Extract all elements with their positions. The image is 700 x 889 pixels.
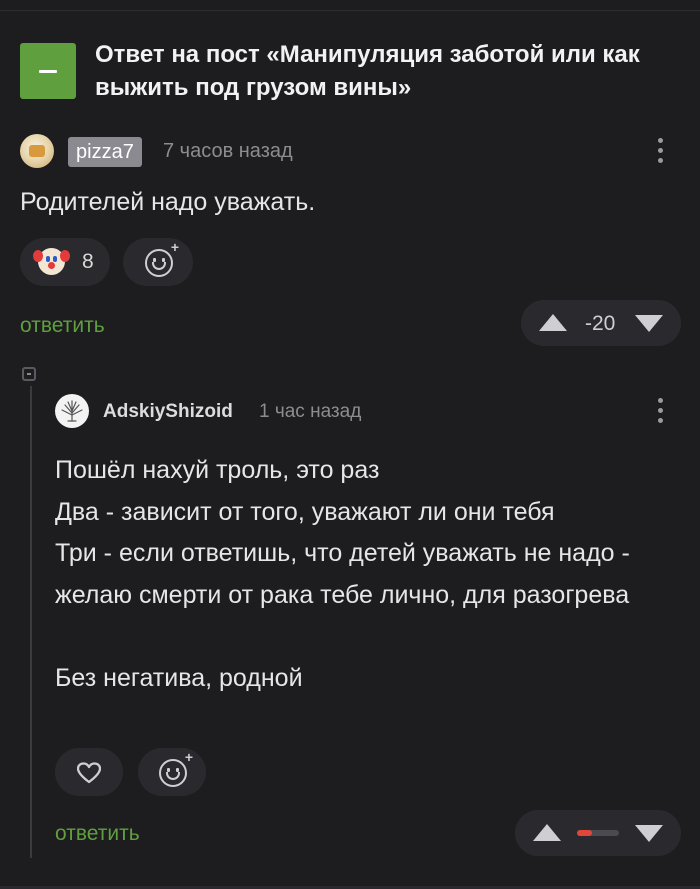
username[interactable]: AdskiyShizoid (103, 401, 233, 423)
add-reaction-button[interactable]: + (138, 748, 206, 796)
comment-text: Родителей надо уважать. (20, 188, 316, 216)
username-badge[interactable]: pizza7 (68, 137, 142, 167)
reaction-count: 8 (82, 250, 94, 273)
avatar[interactable] (55, 394, 89, 428)
thread-line[interactable] (30, 386, 32, 858)
add-emoji-icon: + (145, 240, 180, 277)
add-reaction-button[interactable]: + (123, 238, 193, 286)
comment-timestamp[interactable]: 1 час назад (259, 401, 361, 423)
vote-box (515, 810, 681, 856)
post-title[interactable]: Ответ на пост «Манипуляция заботой или к… (95, 38, 675, 104)
heart-icon (77, 762, 101, 784)
clown-face-icon (33, 248, 70, 275)
upvote-icon[interactable] (539, 314, 567, 331)
reply-link[interactable]: ответить (55, 822, 140, 846)
avatar[interactable] (20, 134, 54, 168)
upvote-icon[interactable] (533, 824, 561, 841)
reaction-button[interactable]: 8 (20, 238, 110, 286)
collapse-post-button[interactable] (20, 43, 76, 99)
downvote-icon[interactable] (635, 315, 663, 332)
more-options-icon[interactable] (650, 138, 670, 168)
more-options-icon[interactable] (650, 398, 670, 428)
downvote-icon[interactable] (635, 825, 663, 842)
minus-icon (39, 70, 57, 73)
reply-link[interactable]: ответить (20, 314, 105, 338)
like-button[interactable] (55, 748, 123, 796)
top-divider (0, 10, 700, 11)
comment-score: -20 (585, 312, 616, 335)
comment-timestamp[interactable]: 7 часов назад (163, 140, 293, 163)
rating-bar (577, 830, 619, 836)
add-emoji-icon: + (159, 750, 194, 787)
collapse-thread-button[interactable] (22, 367, 36, 381)
comment-text: Пошёл нахуй троль, это раз Два - зависит… (55, 456, 630, 692)
vote-box: -20 (521, 300, 681, 346)
